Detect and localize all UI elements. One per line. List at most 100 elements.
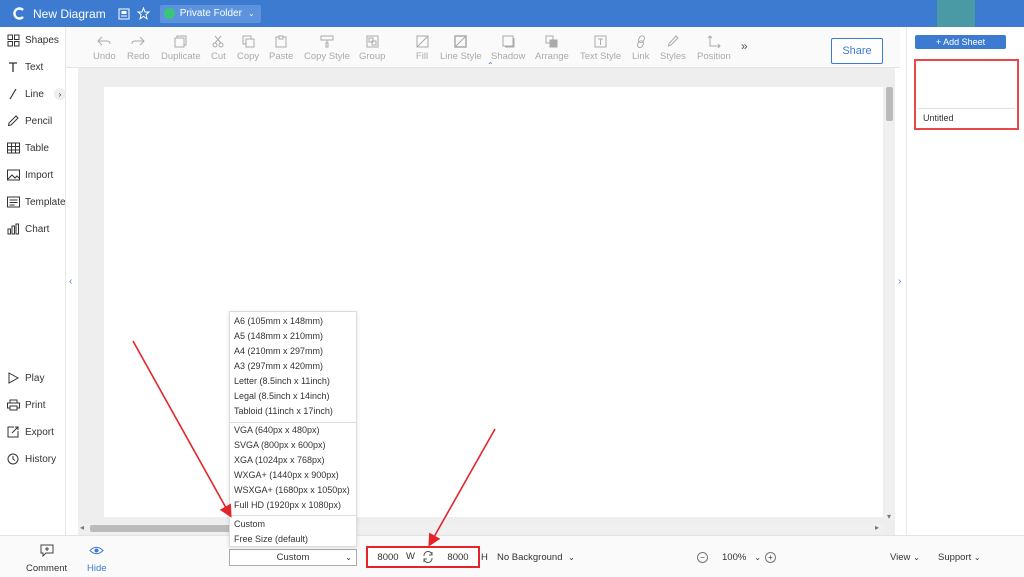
- share-button[interactable]: Share: [831, 38, 883, 64]
- shadow-icon: [501, 34, 515, 48]
- chevron-down-icon: ⌄: [345, 553, 352, 562]
- sidebar-item-pencil[interactable]: Pencil: [6, 111, 52, 131]
- toolbar-styles[interactable]: Styles: [660, 34, 686, 62]
- folder-selector[interactable]: Private Folder ⌄: [159, 4, 261, 23]
- canvas-area[interactable]: [78, 68, 895, 535]
- undo-icon: [97, 34, 111, 48]
- zoom-in-icon[interactable]: +: [765, 552, 777, 563]
- toolbar-undo[interactable]: Undo: [93, 34, 116, 62]
- horizontal-scroll-thumb[interactable]: [90, 525, 240, 532]
- menu-item-custom[interactable]: Custom: [234, 519, 265, 529]
- menu-item-xga[interactable]: XGA (1024px x 768px): [234, 455, 325, 465]
- zoom-value[interactable]: 100%: [722, 552, 746, 563]
- sidebar-item-label: Export: [25, 426, 54, 438]
- diagram-title[interactable]: New Diagram: [33, 7, 106, 21]
- height-input[interactable]: 8000: [442, 550, 474, 564]
- vertical-scrollbar[interactable]: [884, 87, 895, 520]
- sidebar-item-table[interactable]: Table: [6, 138, 49, 158]
- menu-item-letter[interactable]: Letter (8.5inch x 11inch): [234, 376, 330, 386]
- scroll-left-arrow-icon[interactable]: ◂: [80, 523, 84, 532]
- sidebar-item-text[interactable]: Text: [6, 57, 43, 77]
- sidebar-item-label: Table: [25, 142, 49, 154]
- sidebar-item-print[interactable]: Print: [6, 395, 46, 415]
- sidebar-item-play[interactable]: Play: [6, 368, 44, 388]
- menu-item-a6[interactable]: A6 (105mm x 148mm): [234, 316, 323, 326]
- chevron-right-icon[interactable]: ›: [54, 88, 66, 100]
- toolbar-copy[interactable]: Copy: [237, 34, 259, 62]
- add-sheet-button[interactable]: + Add Sheet: [915, 35, 1006, 49]
- toolbar-arrange[interactable]: Arrange: [535, 34, 569, 62]
- page-size-select[interactable]: Custom ⌄: [229, 549, 357, 566]
- toolbar-more-button[interactable]: »: [741, 39, 748, 53]
- sidebar-item-label: Chart: [25, 223, 50, 235]
- collapse-right-panel-icon[interactable]: ›: [898, 276, 901, 287]
- hide-button[interactable]: Hide: [87, 545, 107, 574]
- width-input[interactable]: 8000: [372, 550, 404, 564]
- comment-button[interactable]: Comment: [26, 544, 67, 574]
- toolbar-shadow[interactable]: Shadow: [491, 34, 525, 62]
- scroll-down-arrow-icon[interactable]: ▾: [887, 512, 891, 521]
- menu-item-legal[interactable]: Legal (8.5inch x 14inch): [234, 391, 330, 401]
- toolbar-cut[interactable]: Cut: [211, 34, 226, 62]
- menu-item-full-hd[interactable]: Full HD (1920px x 1080px): [234, 500, 341, 510]
- view-menu[interactable]: View ⌄: [890, 552, 920, 563]
- cut-icon: [211, 34, 225, 48]
- star-icon[interactable]: [136, 6, 152, 22]
- toolbar-group[interactable]: Group: [359, 34, 385, 62]
- background-select[interactable]: No Background ⌄: [497, 552, 575, 563]
- app-logo-icon[interactable]: [12, 7, 26, 21]
- vertical-scroll-thumb[interactable]: [886, 87, 893, 121]
- sheet-thumbnail-card[interactable]: Untitled: [914, 59, 1019, 130]
- sidebar-item-line[interactable]: Line ›: [6, 84, 66, 104]
- toolbar-label: Text Style: [580, 51, 622, 62]
- zoom-control: − 100% ⌄ +: [693, 552, 780, 563]
- chevron-down-icon[interactable]: ⌄: [754, 553, 761, 562]
- toolbar-line-style[interactable]: Line Style: [440, 34, 482, 62]
- folder-label: Private Folder: [179, 8, 242, 19]
- menu-divider: [230, 422, 356, 423]
- swap-dimensions-icon[interactable]: [422, 551, 434, 566]
- toolbar-link[interactable]: Link: [632, 34, 649, 62]
- menu-item-wsxga-plus[interactable]: WSXGA+ (1680px x 1050px): [234, 485, 350, 495]
- page-info-icon[interactable]: [116, 6, 132, 22]
- image-icon: [6, 168, 20, 182]
- toolbar-position[interactable]: Position: [697, 34, 731, 62]
- zoom-out-icon[interactable]: −: [697, 552, 708, 563]
- horizontal-scrollbar[interactable]: ◂ ▸: [78, 523, 884, 534]
- sidebar-item-import[interactable]: Import: [6, 165, 53, 185]
- background-label: No Background: [497, 552, 563, 563]
- menu-item-a4[interactable]: A4 (210mm x 297mm): [234, 346, 323, 356]
- sheet-name[interactable]: Untitled: [923, 113, 954, 123]
- menu-item-free-size[interactable]: Free Size (default): [234, 534, 308, 544]
- comment-icon: [40, 544, 54, 560]
- menu-item-tabloid[interactable]: Tabloid (11inch x 17inch): [234, 406, 333, 416]
- menu-item-a5[interactable]: A5 (148mm x 210mm): [234, 331, 323, 341]
- toolbar-redo[interactable]: Redo: [127, 34, 150, 62]
- collapse-left-panel-icon[interactable]: ‹: [69, 276, 72, 287]
- menu-item-wxga-plus[interactable]: WXGA+ (1440px x 900px): [234, 470, 339, 480]
- sidebar-item-export[interactable]: Export: [6, 422, 54, 442]
- sidebar-item-shapes[interactable]: Shapes: [6, 30, 59, 50]
- toolbar-label: Redo: [127, 51, 150, 62]
- toolbar-label: Group: [359, 51, 386, 62]
- menu-item-a3[interactable]: A3 (297mm x 420mm): [234, 361, 323, 371]
- toolbar-copy-style[interactable]: Copy Style: [304, 34, 350, 62]
- toolbar-fill[interactable]: Fill: [415, 34, 429, 62]
- toolbar-label: Copy Style: [304, 51, 350, 62]
- support-menu[interactable]: Support ⌄: [938, 552, 981, 563]
- fill-icon: [415, 34, 429, 48]
- diagram-page[interactable]: [104, 87, 883, 517]
- menu-item-vga[interactable]: VGA (640px x 480px): [234, 425, 320, 435]
- sidebar-item-chart[interactable]: Chart: [6, 219, 49, 239]
- chevron-down-icon: ⌄: [913, 553, 920, 562]
- toolbar-text-style[interactable]: Text Style: [580, 34, 621, 62]
- history-icon: [6, 452, 20, 466]
- menu-item-svga[interactable]: SVGA (800px x 600px): [234, 440, 326, 450]
- toolbar-duplicate[interactable]: Duplicate: [161, 34, 201, 62]
- sidebar-item-history[interactable]: History: [6, 449, 56, 469]
- sidebar-item-label: Pencil: [25, 115, 53, 127]
- sidebar-item-template[interactable]: Template: [6, 192, 66, 212]
- toolbar-paste[interactable]: Paste: [269, 34, 293, 62]
- toolbar-label: Arrange: [535, 51, 569, 62]
- scroll-right-arrow-icon[interactable]: ▸: [875, 523, 879, 532]
